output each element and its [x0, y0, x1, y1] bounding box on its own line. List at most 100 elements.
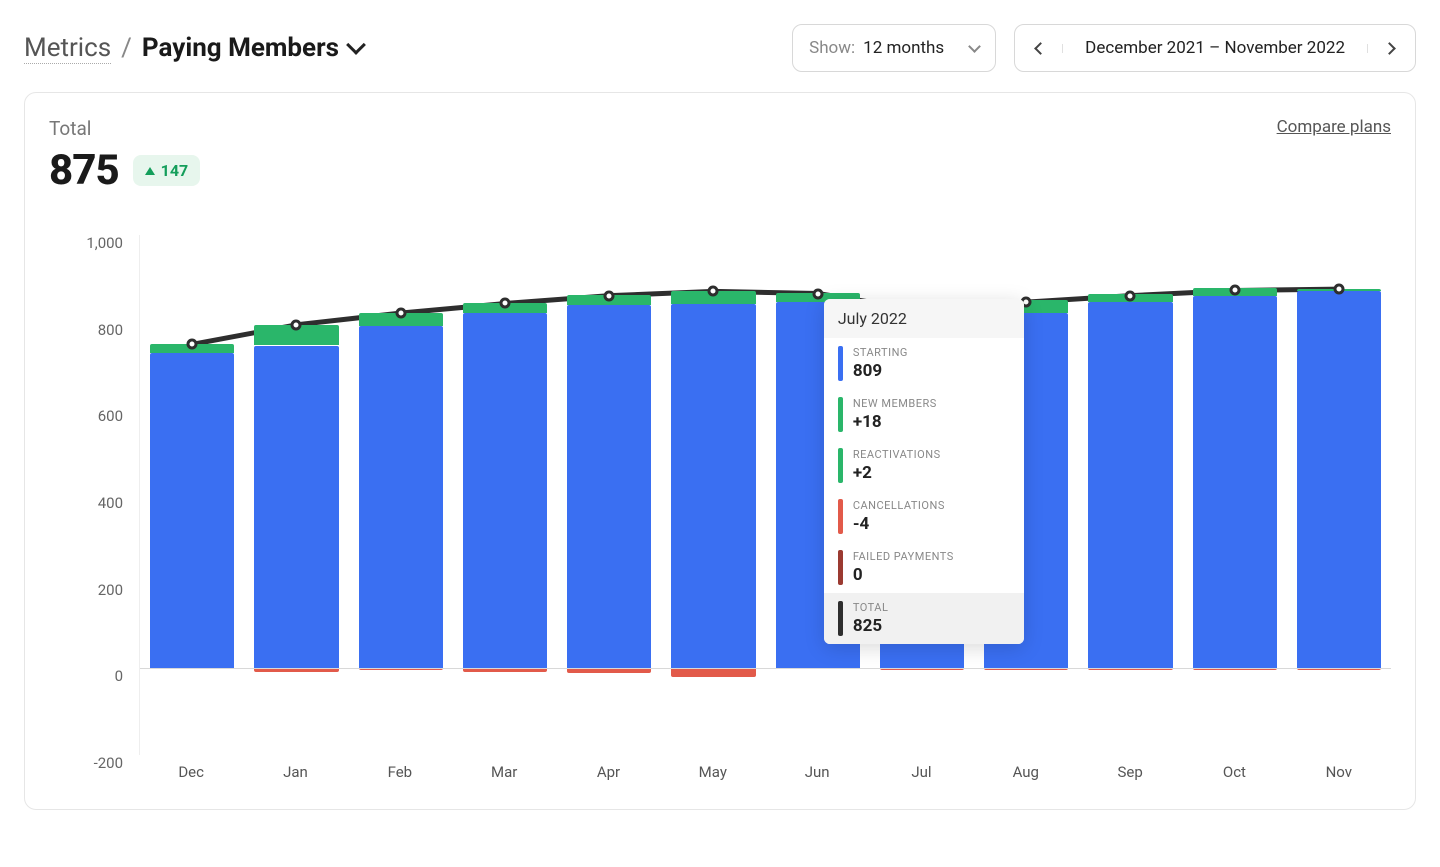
line-point	[291, 319, 302, 330]
arrow-up-icon	[145, 167, 155, 175]
bar-column[interactable]	[244, 235, 348, 755]
line-point	[1125, 290, 1136, 301]
x-tick: Mar	[452, 763, 556, 781]
bar-column[interactable]	[349, 235, 453, 755]
total-block: Total 875 147	[49, 117, 200, 195]
tooltip-react-value: +2	[853, 463, 1010, 483]
x-tick: Jul	[869, 763, 973, 781]
chart-tooltip: July 2022 Starting 809 New Members +18	[824, 299, 1024, 644]
tooltip-failed-label: Failed Payments	[853, 550, 1010, 563]
breadcrumb: Metrics / Paying Members	[24, 33, 363, 64]
bar-starting	[254, 346, 338, 669]
x-tick: Feb	[348, 763, 452, 781]
bar-column[interactable]	[1078, 235, 1182, 755]
compare-plans-link[interactable]: Compare plans	[1277, 117, 1391, 137]
total-delta-value: 147	[161, 161, 189, 180]
tooltip-new-label: New Members	[853, 397, 1010, 410]
tooltip-failed-value: 0	[853, 565, 1010, 585]
bar-starting	[1297, 291, 1381, 668]
x-tick: Jun	[765, 763, 869, 781]
chevron-down-icon	[968, 40, 981, 53]
x-tick: Oct	[1182, 763, 1286, 781]
tooltip-swatch-failed	[838, 550, 843, 585]
tooltip-swatch-total	[838, 601, 843, 636]
bar-column[interactable]	[453, 235, 557, 755]
tooltip-react-label: Reactivations	[853, 448, 1010, 461]
tooltip-cancel-value: -4	[853, 514, 1010, 534]
x-tick: Jan	[243, 763, 347, 781]
bar-column[interactable]	[557, 235, 661, 755]
total-label: Total	[49, 117, 200, 140]
tooltip-starting-label: Starting	[853, 346, 1010, 359]
bar-starting	[1088, 302, 1172, 668]
y-tick: 200	[98, 581, 123, 599]
x-tick: Dec	[139, 763, 243, 781]
y-tick: 400	[98, 494, 123, 512]
chart-card: Total 875 147 Compare plans -200 0 200 400 6…	[24, 92, 1416, 810]
line-point	[395, 308, 406, 319]
breadcrumb-current-label: Paying Members	[142, 33, 339, 63]
card-header: Total 875 147 Compare plans	[49, 117, 1391, 195]
bar-starting	[463, 313, 547, 668]
y-tick: 0	[115, 667, 123, 685]
y-tick: 800	[98, 321, 123, 339]
bar-starting	[1193, 296, 1277, 669]
bar-column[interactable]	[1287, 235, 1391, 755]
tooltip-cancel-label: Cancellations	[853, 499, 1010, 512]
chevron-right-icon	[1383, 42, 1396, 55]
show-range-select[interactable]: Show: 12 months	[792, 24, 996, 72]
tooltip-total-label: Total	[853, 601, 1010, 614]
show-label: Show:	[809, 38, 855, 58]
next-range-button[interactable]	[1367, 44, 1415, 53]
bar-column[interactable]	[1183, 235, 1287, 755]
y-tick: -200	[94, 754, 123, 772]
tooltip-swatch-cancel	[838, 499, 843, 534]
tooltip-swatch-new	[838, 397, 843, 432]
breadcrumb-current[interactable]: Paying Members	[142, 33, 363, 63]
y-tick: 1,000	[86, 234, 123, 252]
line-point	[1333, 284, 1344, 295]
bar-starting	[359, 326, 443, 668]
prev-range-button[interactable]	[1015, 44, 1063, 53]
x-tick: Nov	[1287, 763, 1391, 781]
line-point	[812, 288, 823, 299]
line-point	[708, 286, 719, 297]
chart: -20002004006008001,000 July 2022 Startin…	[49, 235, 1391, 755]
show-value: 12 months	[863, 38, 944, 58]
tooltip-title: July 2022	[824, 299, 1024, 338]
bar-cancellations	[671, 668, 755, 677]
total-value: 875	[49, 146, 119, 195]
bar-starting	[567, 305, 651, 668]
line-point	[604, 290, 615, 301]
tooltip-swatch-starting	[838, 346, 843, 381]
tooltip-starting-value: 809	[853, 361, 1010, 381]
breadcrumb-separator: /	[121, 33, 132, 63]
line-point	[187, 339, 198, 350]
tooltip-new-value: +18	[853, 412, 1010, 432]
bar-column[interactable]	[140, 235, 244, 755]
total-delta-badge: 147	[133, 155, 201, 186]
bar-column[interactable]	[661, 235, 765, 755]
controls: Show: 12 months December 2021 – November…	[792, 24, 1416, 72]
plot-area[interactable]: July 2022 Starting 809 New Members +18	[139, 235, 1391, 755]
chevron-down-icon	[346, 35, 366, 55]
tooltip-swatch-react	[838, 448, 843, 483]
line-point	[1229, 285, 1240, 296]
topbar: Metrics / Paying Members Show: 12 months…	[24, 24, 1416, 72]
line-point	[499, 298, 510, 309]
x-tick: Apr	[556, 763, 660, 781]
x-axis: DecJanFebMarAprMayJunJulAugSepOctNov	[139, 763, 1391, 781]
bar-starting	[671, 304, 755, 668]
y-tick: 600	[98, 407, 123, 425]
x-tick: Aug	[974, 763, 1078, 781]
breadcrumb-root[interactable]: Metrics	[24, 33, 111, 64]
x-tick: May	[661, 763, 765, 781]
date-range-label[interactable]: December 2021 – November 2022	[1063, 38, 1367, 58]
bars-container	[140, 235, 1391, 755]
date-range-control: December 2021 – November 2022	[1014, 24, 1416, 72]
tooltip-total-value: 825	[853, 616, 1010, 636]
y-axis: -20002004006008001,000	[49, 235, 139, 755]
chevron-left-icon	[1034, 42, 1047, 55]
x-tick: Sep	[1078, 763, 1182, 781]
bar-starting	[150, 353, 234, 668]
